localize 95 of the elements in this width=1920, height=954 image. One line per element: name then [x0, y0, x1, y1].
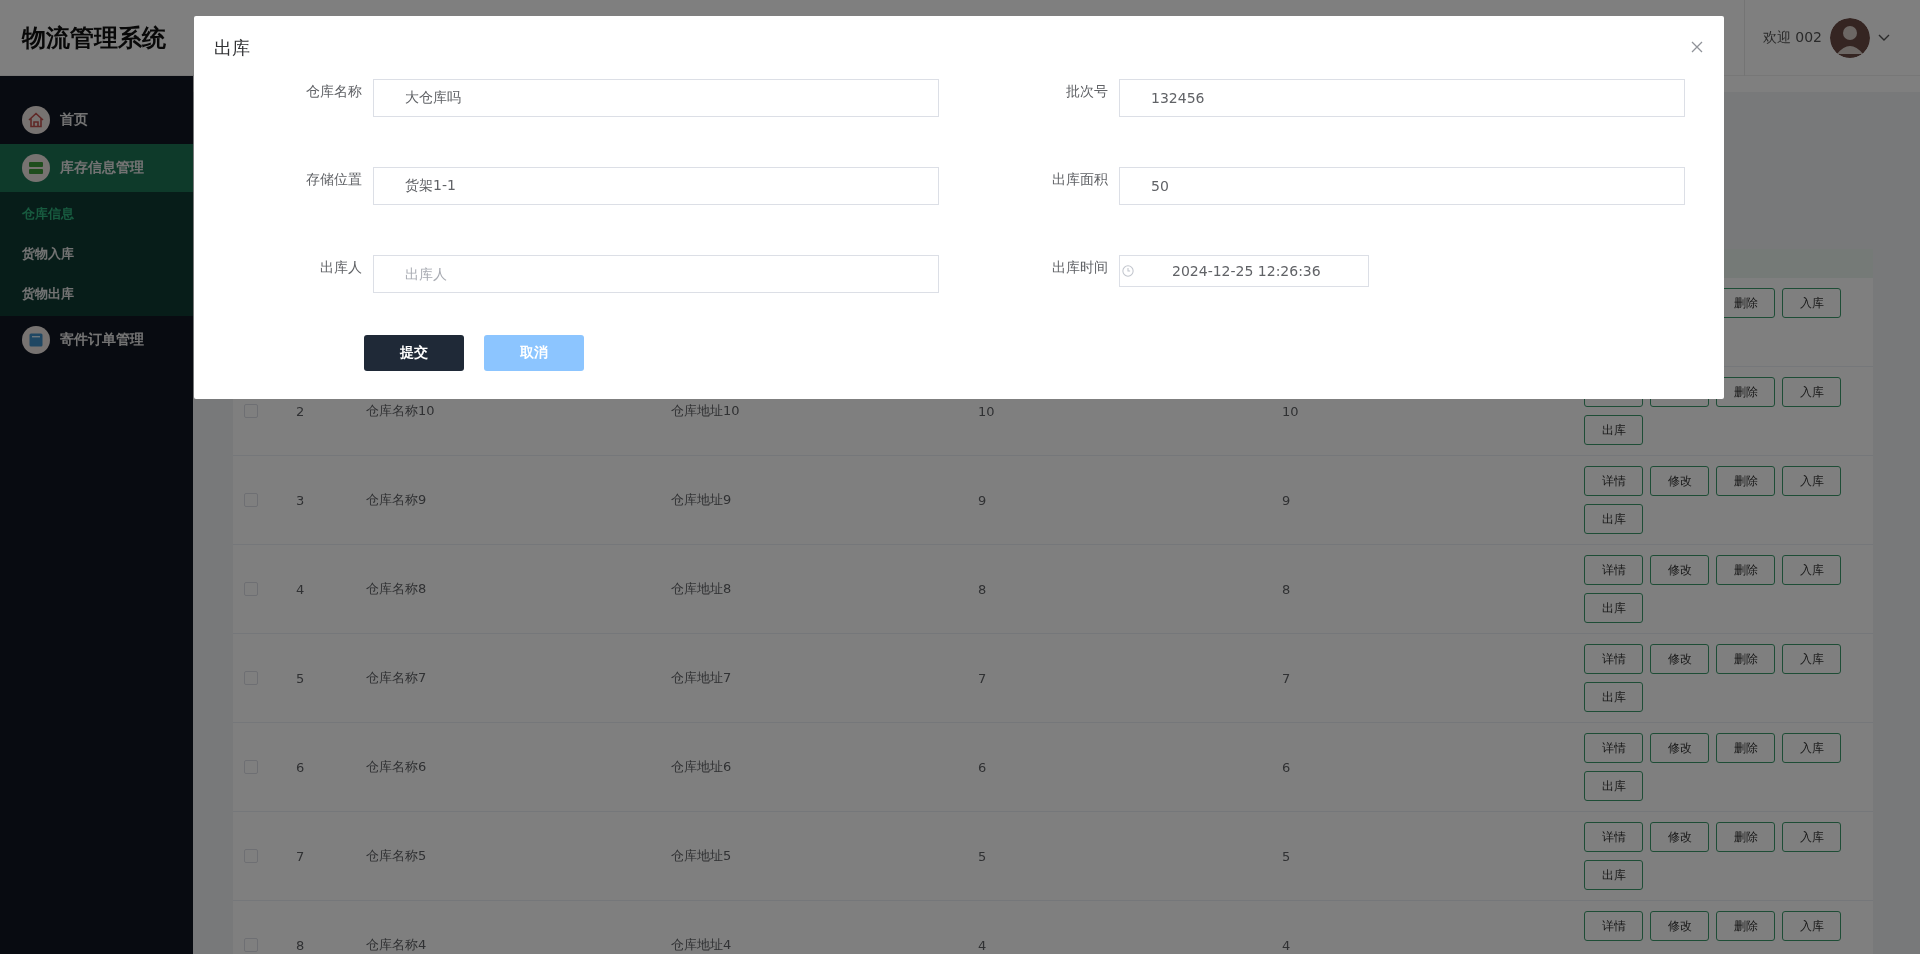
menu-item[interactable]: 首页 — [0, 96, 193, 144]
stock-in-button[interactable]: 入库 — [1782, 911, 1841, 941]
stock-out-button[interactable]: 出库 — [1584, 504, 1643, 534]
delete-button[interactable]: 删除 — [1716, 644, 1775, 674]
name-cell: 仓库名称7 — [366, 670, 427, 685]
name-cell: 仓库名称6 — [366, 759, 427, 774]
stock-in-button[interactable]: 入库 — [1782, 733, 1841, 763]
stock-in-button[interactable]: 入库 — [1782, 555, 1841, 585]
detail-button[interactable]: 详情 — [1584, 733, 1643, 763]
table-cell: 10 — [1282, 403, 1299, 419]
avatar[interactable] — [1830, 17, 1870, 58]
table-cell: 6 — [978, 759, 987, 775]
table-cell: 7 — [978, 670, 987, 686]
input-field[interactable]: 货架1-1 — [373, 167, 939, 205]
edit-button[interactable]: 修改 — [1650, 733, 1709, 763]
delete-button[interactable]: 删除 — [1716, 466, 1775, 496]
edit-button[interactable]: 修改 — [1650, 822, 1709, 852]
address-cell: 仓库地址6 — [671, 759, 732, 774]
stock-out-button[interactable]: 出库 — [1584, 593, 1643, 623]
address-cell: 仓库地址8 — [671, 581, 732, 596]
field-label: 出库人 — [319, 258, 363, 277]
address-cell: 仓库地址9 — [671, 492, 732, 507]
delete-button[interactable]: 删除 — [1716, 822, 1775, 852]
detail-button[interactable]: 详情 — [1584, 555, 1643, 585]
table-cell: 5 — [978, 848, 987, 864]
table-cell: 6 — [1282, 759, 1291, 775]
address-cell: 仓库地址4 — [671, 937, 732, 952]
table-cell: 9 — [978, 492, 987, 508]
dialog-title: 出库 — [214, 36, 250, 60]
input-field[interactable]: 出库人 — [373, 255, 939, 293]
address-cell: 仓库地址5 — [671, 848, 732, 863]
stock-in-button[interactable]: 入库 — [1782, 644, 1841, 674]
stock-out-button[interactable]: 出库 — [1584, 682, 1643, 712]
address-cell: 仓库地址10 — [671, 403, 740, 418]
stock-in-button[interactable]: 入库 — [1782, 822, 1841, 852]
stock-in-button[interactable]: 入库 — [1782, 377, 1841, 407]
edit-button[interactable]: 修改 — [1650, 644, 1709, 674]
field-label: 仓库名称 — [305, 82, 363, 101]
index-cell: 5 — [296, 670, 305, 686]
field-label: 批次号 — [1065, 82, 1109, 101]
edit-button[interactable]: 修改 — [1650, 555, 1709, 585]
detail-button[interactable]: 详情 — [1584, 466, 1643, 496]
stack-icon — [22, 154, 50, 182]
index-cell: 4 — [296, 581, 305, 597]
name-cell: 仓库名称4 — [366, 937, 427, 952]
close-icon[interactable] — [1691, 41, 1703, 53]
stock-out-button[interactable]: 出库 — [1584, 771, 1643, 801]
field-label: 出库时间 — [1051, 258, 1109, 277]
app-title: 物流管理系统 — [20, 22, 166, 54]
table-cell: 7 — [1282, 670, 1291, 686]
stock-out-button[interactable]: 出库 — [1584, 415, 1643, 445]
stock-in-button[interactable]: 入库 — [1782, 288, 1841, 318]
name-cell: 仓库名称10 — [366, 403, 435, 418]
table-cell: 9 — [1282, 492, 1291, 508]
input-field[interactable]: 132456 — [1119, 79, 1685, 117]
menu-item[interactable]: 寄件订单管理 — [0, 316, 193, 364]
delete-button[interactable]: 删除 — [1716, 555, 1775, 585]
edit-button[interactable]: 修改 — [1650, 466, 1709, 496]
name-cell: 仓库名称5 — [366, 848, 427, 863]
submit-button[interactable]: 提交 — [364, 335, 464, 371]
field-label: 出库面积 — [1051, 170, 1109, 189]
input-field[interactable]: 大仓库吗 — [373, 79, 939, 117]
stock-in-button[interactable]: 入库 — [1782, 466, 1841, 496]
stock-out-button[interactable]: 出库 — [1584, 860, 1643, 890]
delete-button[interactable]: 删除 — [1716, 733, 1775, 763]
table-cell: 5 — [1282, 848, 1291, 864]
index-cell: 6 — [296, 759, 305, 775]
menu-item[interactable]: 库存信息管理 — [0, 144, 193, 192]
table-cell: 8 — [1282, 581, 1291, 597]
table-cell: 10 — [978, 403, 995, 419]
clock-icon — [1122, 265, 1134, 277]
datetime-field[interactable]: 2024-12-25 12:26:36 — [1119, 255, 1369, 287]
detail-button[interactable]: 详情 — [1584, 644, 1643, 674]
input-field[interactable]: 50 — [1119, 167, 1685, 205]
detail-button[interactable]: 详情 — [1584, 911, 1643, 941]
name-cell: 仓库名称9 — [366, 492, 427, 507]
name-cell: 仓库名称8 — [366, 581, 427, 596]
field-label: 存储位置 — [305, 170, 363, 189]
house-icon — [22, 106, 50, 134]
detail-button[interactable]: 详情 — [1584, 822, 1643, 852]
index-cell: 7 — [296, 848, 305, 864]
chevron-down-icon[interactable] — [1878, 33, 1890, 42]
table-cell: 4 — [1282, 937, 1291, 953]
address-cell: 仓库地址7 — [671, 670, 732, 685]
submenu-item[interactable]: 货物入库 — [0, 234, 193, 274]
delete-button[interactable]: 删除 — [1716, 911, 1775, 941]
index-cell: 2 — [296, 403, 305, 419]
delete-button[interactable]: 删除 — [1716, 377, 1775, 407]
table-cell: 4 — [978, 937, 987, 953]
index-cell: 3 — [296, 492, 305, 508]
welcome-text: 欢迎 002 — [1762, 28, 1822, 47]
table-cell: 8 — [978, 581, 987, 597]
edit-button[interactable]: 修改 — [1650, 911, 1709, 941]
index-cell: 8 — [296, 937, 305, 953]
submenu-item[interactable]: 货物出库 — [0, 274, 193, 314]
